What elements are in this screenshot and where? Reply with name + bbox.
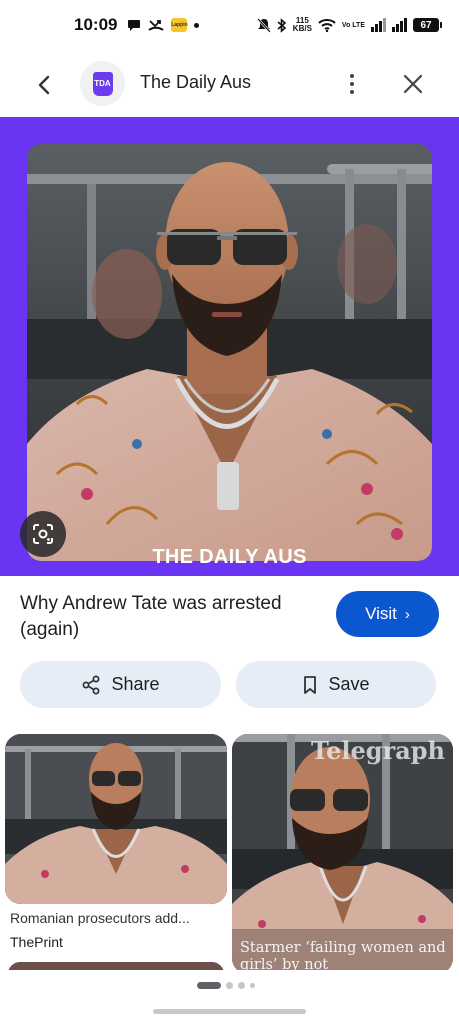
more-options-button[interactable] (338, 68, 366, 100)
close-button[interactable] (398, 69, 428, 99)
page-dot (226, 982, 233, 989)
bottom-bar (0, 970, 459, 1024)
site-favicon: TDA (80, 61, 125, 106)
wifi-icon (318, 19, 336, 32)
signal-strength-icon-2 (392, 18, 407, 32)
related-overlay-headline: Starmer ‘failing women and girls’ by not (240, 940, 446, 973)
page-dot (238, 982, 245, 989)
missed-call-icon (148, 20, 165, 31)
more-dot (350, 90, 354, 94)
share-icon (83, 675, 100, 694)
app-badge-icon: Lapplo (171, 18, 188, 32)
chevron-right-icon: › (404, 605, 410, 623)
site-logo-icon: TDA (92, 71, 113, 96)
chat-bubble-icon (128, 20, 141, 31)
status-left-icons: Lapplo (127, 18, 200, 32)
battery-icon: 67 (413, 18, 442, 32)
visit-button[interactable]: Visit › (336, 591, 439, 637)
related-thumbnail (5, 734, 227, 904)
related-image-card[interactable] (5, 734, 227, 904)
google-lens-button[interactable] (20, 511, 66, 557)
hero-photo (27, 144, 432, 561)
result-title[interactable]: Why Andrew Tate was arrested (again) (20, 591, 310, 643)
bluetooth-icon (277, 17, 287, 33)
notification-dot-icon (194, 22, 200, 28)
network-speed: 115 KB/S (293, 17, 312, 33)
more-dot (350, 82, 354, 86)
hero-caption: THE DAILY AUS (152, 546, 307, 568)
page-indicator (197, 982, 255, 989)
status-time: 10:09 (74, 15, 118, 34)
signal-strength-icon-1 (371, 18, 386, 32)
mute-bell-icon (256, 17, 271, 33)
more-dot (350, 74, 354, 78)
net-speed-unit: KB/S (292, 24, 312, 33)
portrait-illustration (27, 144, 432, 561)
telegraph-watermark: Telegraph (311, 736, 445, 765)
save-label: Save (328, 674, 370, 694)
top-bar: TDA The Daily Aus (0, 58, 459, 110)
hero-image[interactable]: THE DAILY AUS (0, 117, 459, 576)
back-button[interactable] (30, 70, 60, 100)
page-dot (250, 983, 255, 988)
related-card-source: ThePrint (10, 934, 63, 950)
site-name: The Daily Aus (140, 72, 252, 92)
share-button[interactable]: Share (20, 661, 221, 708)
related-image-card[interactable]: Telegraph Starmer ‘failing women and gir… (232, 734, 453, 974)
status-right-icons: 115 KB/S Vo LTE 67 (256, 17, 442, 33)
related-card-title[interactable]: Romanian prosecutors add... (10, 910, 225, 926)
back-arrow-icon (38, 75, 50, 95)
bookmark-icon (304, 675, 317, 694)
close-icon (403, 74, 423, 94)
home-gesture-bar[interactable] (153, 1009, 306, 1014)
save-button[interactable]: Save (236, 661, 436, 708)
volte-indicator: Vo LTE (341, 21, 365, 29)
share-label: Share (111, 674, 160, 694)
visit-label: Visit (365, 604, 397, 623)
related-thumbnail (232, 734, 453, 974)
page-dot-active (197, 982, 221, 989)
lens-icon (33, 524, 53, 544)
status-bar: 10:09 Lapplo 115 KB/S Vo LTE 67 (0, 0, 459, 50)
